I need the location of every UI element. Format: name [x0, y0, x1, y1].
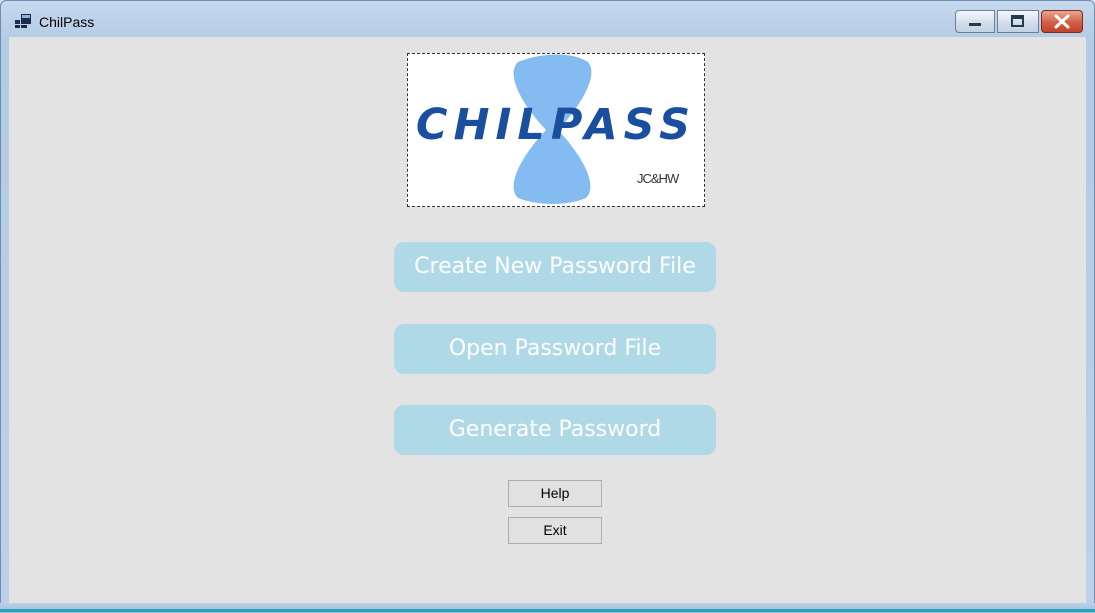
maximize-icon — [1011, 15, 1024, 27]
window-title: ChilPass — [39, 14, 95, 30]
app-window: ChilPass CHILPASS JC&HW Create New Passw… — [0, 0, 1095, 613]
logo-image: CHILPASS JC&HW — [407, 53, 705, 207]
open-password-file-button[interactable]: Open Password File — [394, 324, 716, 374]
close-icon — [1054, 14, 1070, 29]
generate-password-button[interactable]: Generate Password — [394, 405, 716, 455]
app-icon — [15, 14, 31, 28]
main-panel: CHILPASS JC&HW Create New Password File … — [9, 37, 1086, 604]
exit-button[interactable]: Exit — [508, 517, 602, 544]
minimize-button[interactable] — [955, 10, 995, 33]
title-bar[interactable]: ChilPass — [1, 1, 1094, 37]
help-button[interactable]: Help — [508, 480, 602, 507]
close-button[interactable] — [1041, 10, 1083, 33]
window-bottom-border — [0, 603, 1095, 613]
logo-wordmark: CHILPASS — [415, 100, 697, 150]
maximize-button[interactable] — [997, 10, 1039, 33]
create-new-password-file-button[interactable]: Create New Password File — [394, 242, 716, 292]
minimize-icon — [969, 23, 981, 26]
logo-credit: JC&HW — [637, 171, 679, 186]
